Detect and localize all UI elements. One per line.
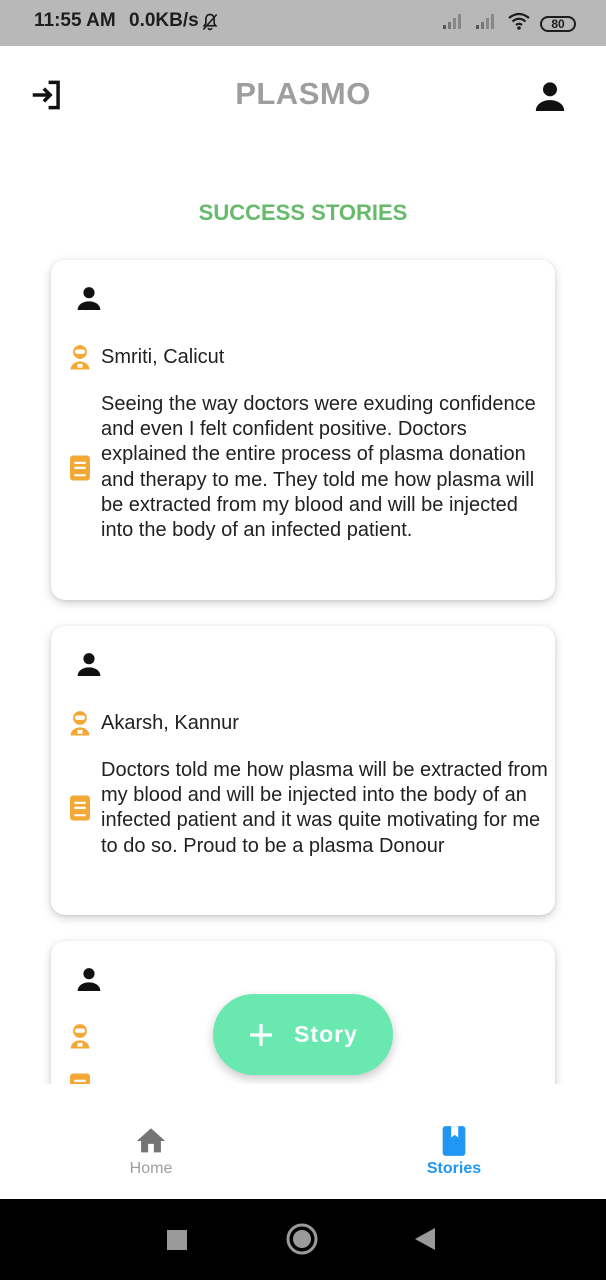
nav-item-stories[interactable]: Stories: [394, 1124, 514, 1178]
signal-icon: [474, 12, 498, 35]
book-icon: [65, 793, 95, 823]
battery-icon: 80: [540, 15, 576, 32]
add-story-button[interactable]: Story: [213, 994, 393, 1075]
bell-muted-icon: [200, 12, 220, 37]
bottom-nav: Home Stories: [0, 1084, 606, 1199]
nav-label-stories: Stories: [426, 1160, 482, 1177]
donor-icon: [65, 708, 95, 738]
story-name-row: [65, 1021, 101, 1051]
signal-icon: [441, 12, 465, 35]
story-text: Seeing the way doctors were exuding conf…: [101, 393, 536, 542]
person-icon: [73, 648, 105, 680]
battery-level: 80: [551, 16, 565, 31]
app-bar: PLASMO: [0, 46, 606, 146]
wifi-icon: [507, 12, 531, 35]
add-story-label: Story: [294, 1021, 358, 1047]
back-button[interactable]: [414, 1227, 436, 1256]
stories-list[interactable]: Smriti, Calicut Seeing the way doctors w…: [0, 250, 606, 1084]
story-text-row: Doctors told me how plasma will be extra…: [65, 758, 549, 859]
status-time: 11:55 AM: [34, 10, 116, 31]
person-icon: [73, 282, 105, 314]
person-icon: [73, 963, 105, 995]
book-icon: [437, 1124, 471, 1158]
book-icon: [65, 453, 95, 483]
nav-item-home[interactable]: Home: [91, 1124, 211, 1178]
story-name-row: Smriti, Calicut: [65, 342, 224, 372]
story-card[interactable]: Smriti, Calicut Seeing the way doctors w…: [51, 260, 555, 600]
network-speed: 0.0KB/s: [129, 10, 199, 31]
plus-icon: [248, 1022, 274, 1048]
status-bar: 11:55 AM 0.0KB/s 80: [0, 0, 606, 46]
home-system-button[interactable]: [286, 1223, 318, 1260]
story-author: Smriti, Calicut: [101, 345, 225, 368]
story-text-row: Seeing the way doctors were exuding conf…: [65, 392, 549, 543]
story-author: Akarsh, Kannur: [101, 711, 239, 734]
recents-button[interactable]: [166, 1229, 188, 1256]
story-card[interactable]: Akarsh, Kannur Doctors told me how plasm…: [51, 626, 555, 915]
profile-icon[interactable]: [530, 76, 570, 116]
section-heading: SUCCESS STORIES: [198, 200, 408, 225]
system-nav-bar: [0, 1199, 606, 1280]
home-icon: [134, 1124, 168, 1158]
donor-icon: [65, 1021, 95, 1051]
donor-icon: [65, 342, 95, 372]
nav-label-home: Home: [129, 1160, 173, 1177]
story-text: Doctors told me how plasma will be extra…: [101, 759, 548, 857]
book-icon: [65, 1071, 95, 1084]
app-title: PLASMO: [235, 76, 371, 111]
story-name-row: Akarsh, Kannur: [65, 708, 239, 738]
